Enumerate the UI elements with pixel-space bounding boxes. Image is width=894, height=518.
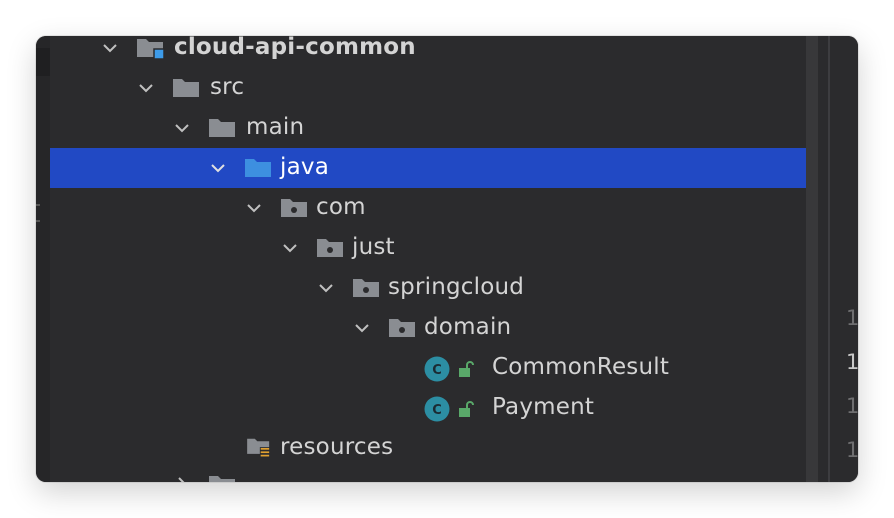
tree-item-payment[interactable]: C Payment [50, 388, 806, 428]
chevron-down-icon[interactable] [102, 40, 118, 56]
line-number: 1 [846, 306, 858, 330]
tree-item-label: Payment [492, 394, 595, 420]
line-number: 1 [846, 438, 858, 462]
tree-item-label: CommonResult [492, 354, 670, 380]
source-folder-icon [245, 159, 271, 177]
tree-item-label: src [210, 74, 245, 100]
project-tree: cloud-api-common src main java com just … [50, 36, 806, 482]
package-icon [389, 319, 415, 337]
chevron-down-icon[interactable] [138, 80, 154, 96]
folder-icon [173, 79, 199, 97]
tree-item-commonresult[interactable]: C CommonResult [50, 348, 806, 388]
tree-item-label: domain [424, 314, 512, 340]
chevron-down-icon[interactable] [282, 240, 298, 256]
tree-item-com[interactable]: com [50, 188, 806, 228]
tree-item-java[interactable]: java [50, 148, 806, 188]
tree-item-resources[interactable]: resources [50, 428, 806, 468]
svg-text:C: C [432, 403, 442, 418]
package-icon [317, 239, 343, 257]
tree-item-label: cloud-api-common [174, 36, 416, 60]
unlock-icon [459, 361, 474, 377]
tool-window-button[interactable] [36, 48, 50, 76]
tree-item-label: java [280, 154, 329, 180]
chevron-right-icon[interactable] [174, 476, 190, 482]
editor-gutter: 1 1 1 1 [830, 36, 858, 482]
tree-item-label: com [316, 194, 366, 220]
tree-item-springcloud[interactable]: springcloud [50, 268, 806, 308]
chevron-down-icon[interactable] [174, 120, 190, 136]
tool-window-strip [36, 36, 50, 482]
chevron-down-icon[interactable] [354, 320, 370, 336]
vertical-scrollbar[interactable] [806, 36, 818, 482]
tree-item-src[interactable]: src [50, 68, 806, 108]
package-icon [353, 279, 379, 297]
resources-folder-icon [247, 438, 270, 458]
folder-icon [209, 119, 235, 137]
tree-item-domain[interactable]: domain [50, 308, 806, 348]
tree-item-label: just [352, 234, 395, 260]
class-icon: C [424, 396, 450, 422]
chevron-down-icon[interactable] [318, 280, 334, 296]
folder-icon [209, 476, 235, 482]
svg-text:C: C [432, 363, 442, 378]
chevron-down-icon[interactable] [210, 160, 226, 176]
tree-item-label: resources [280, 434, 394, 460]
module-folder-icon [137, 39, 165, 59]
project-tool-window: cloud-api-common src main java com just … [36, 36, 858, 482]
tree-item-label: main [246, 114, 305, 140]
package-icon [281, 199, 307, 217]
class-icon: C [424, 356, 450, 382]
line-number: 1 [846, 394, 858, 418]
line-number: 1 [846, 350, 858, 374]
tree-item-label: springcloud [388, 274, 525, 300]
tree-item-main[interactable]: main [50, 108, 806, 148]
unlock-icon [459, 401, 474, 417]
resize-grip[interactable] [36, 204, 40, 222]
tree-item-cloud-api-common[interactable]: cloud-api-common [50, 36, 806, 68]
chevron-down-icon[interactable] [246, 200, 262, 216]
tree-item-just[interactable]: just [50, 228, 806, 268]
tree-item-partial[interactable] [50, 468, 806, 482]
